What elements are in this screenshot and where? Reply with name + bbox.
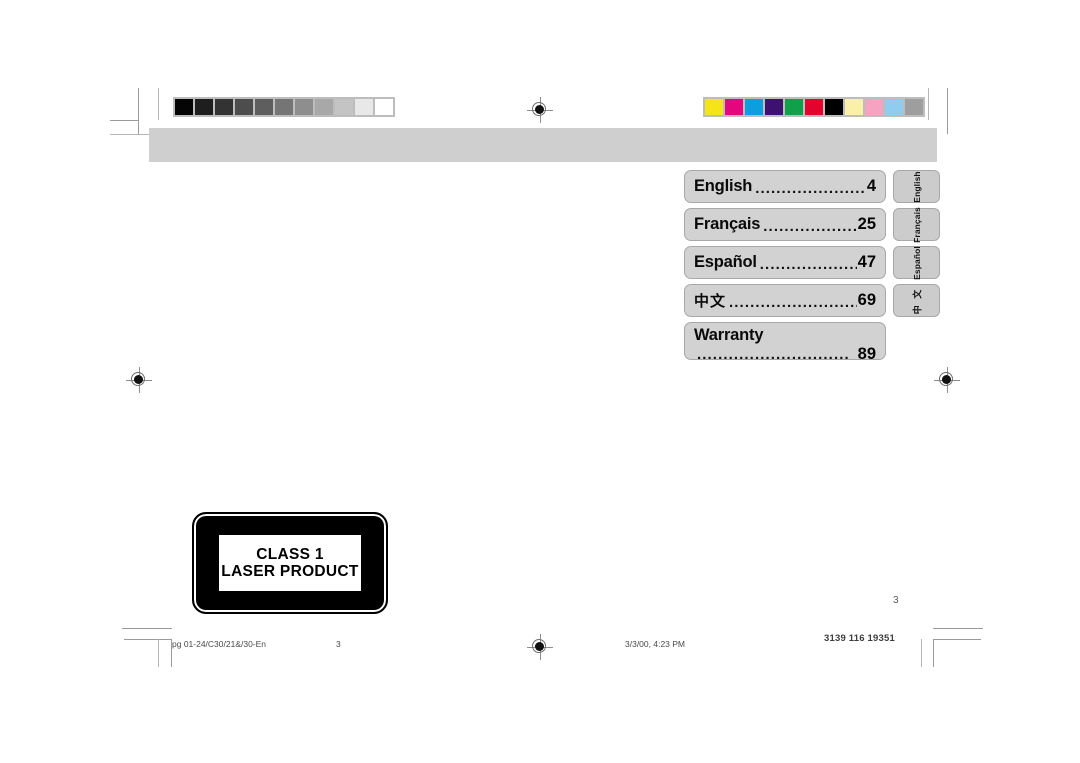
color-swatch-11 xyxy=(905,99,923,115)
reg-dot xyxy=(534,104,544,114)
color-swatch-4 xyxy=(765,99,783,115)
reg-dot xyxy=(534,641,544,651)
bottom-center-registration-mark xyxy=(527,634,553,660)
crop-mark-bottom-left-h1 xyxy=(122,628,172,629)
toc-row-fran-ais[interactable]: Français................................… xyxy=(684,208,886,241)
grayscale-swatch-10 xyxy=(355,99,373,115)
laser-safety-label: CLASS 1 LASER PRODUCT xyxy=(192,512,388,614)
language-tab-label: 中 文 xyxy=(912,287,922,314)
footer-left-page-number: 3 xyxy=(336,639,341,649)
color-swatch-9 xyxy=(865,99,883,115)
toc-leader-dots: ............................. xyxy=(697,347,850,360)
footer-file-name: pg 01-24/C30/21&/30-En xyxy=(172,639,267,649)
crop-mark-top-right-v1 xyxy=(947,88,948,134)
toc-leader-dots: ........................................… xyxy=(729,295,857,310)
table-of-contents: English.................................… xyxy=(684,170,886,365)
toc-row-espa-ol[interactable]: Español.................................… xyxy=(684,246,886,279)
grayscale-swatch-8 xyxy=(315,99,333,115)
laser-class-line: CLASS 1 xyxy=(256,545,324,563)
language-tab-strip: English Français Español 中 文 xyxy=(893,170,940,322)
color-swatch-2 xyxy=(725,99,743,115)
toc-page-number: 89 xyxy=(857,345,876,360)
grayscale-swatch-2 xyxy=(195,99,213,115)
grayscale-swatch-6 xyxy=(275,99,293,115)
toc-language-label: Français xyxy=(694,215,761,233)
grayscale-swatch-3 xyxy=(215,99,233,115)
toc-row-[interactable]: 中文......................................… xyxy=(684,284,886,317)
crop-mark-bottom-left-v2 xyxy=(158,639,159,667)
language-tab-label: English xyxy=(911,170,922,203)
content-page-number: 3 xyxy=(893,595,899,606)
grayscale-swatch-1 xyxy=(175,99,193,115)
toc-leader-dots: ................................ xyxy=(763,219,856,234)
color-swatch-5 xyxy=(785,99,803,115)
grayscale-swatch-5 xyxy=(255,99,273,115)
toc-language-label: English xyxy=(694,177,753,195)
toc-page-number: 47 xyxy=(857,253,876,271)
crop-mark-top-left-v2 xyxy=(158,88,159,120)
toc-page-number: 69 xyxy=(857,291,876,309)
grayscale-swatch-9 xyxy=(335,99,353,115)
toc-page-number: 4 xyxy=(866,177,876,195)
language-tab-2[interactable]: Français xyxy=(893,206,940,243)
footer-document-code: 3139 116 19351 xyxy=(824,633,895,644)
grayscale-calibration-bar xyxy=(173,97,395,117)
crop-mark-top-left-v1 xyxy=(138,88,139,134)
language-tab-3[interactable]: Español xyxy=(893,246,940,279)
reg-dot xyxy=(133,374,143,384)
grayscale-swatch-4 xyxy=(235,99,253,115)
header-band xyxy=(149,128,937,162)
toc-row-english[interactable]: English.................................… xyxy=(684,170,886,203)
toc-row-warranty[interactable]: Warranty.............................89A… xyxy=(684,322,886,360)
language-tab-label: Français xyxy=(911,206,922,243)
laser-label-inner-border: CLASS 1 LASER PRODUCT xyxy=(201,521,379,605)
language-tab-label: Español xyxy=(911,245,922,280)
toc-leader-dots: ...................................... xyxy=(755,181,866,196)
crop-mark-top-right-v2 xyxy=(928,88,929,120)
reg-dot xyxy=(941,374,951,384)
laser-label-plate: CLASS 1 LASER PRODUCT xyxy=(219,535,361,591)
toc-language-label: 中文 xyxy=(694,293,727,310)
toc-page-number: 25 xyxy=(857,215,876,233)
crop-mark-bottom-right-h1 xyxy=(933,628,983,629)
footer-timestamp: 3/3/00, 4:23 PM xyxy=(625,639,686,649)
color-swatch-6 xyxy=(805,99,823,115)
toc-language-label: Warranty xyxy=(694,326,764,344)
left-middle-registration-mark xyxy=(126,367,152,393)
color-swatch-10 xyxy=(885,99,903,115)
crop-mark-bottom-right-v2 xyxy=(921,639,922,667)
color-calibration-bar xyxy=(703,97,925,117)
color-swatch-7 xyxy=(825,99,843,115)
crop-mark-top-left-h1 xyxy=(110,120,138,121)
laser-product-line: LASER PRODUCT xyxy=(221,563,359,580)
crop-mark-bottom-left-h2 xyxy=(124,639,172,640)
toc-language-label: Español xyxy=(694,253,757,271)
grayscale-swatch-7 xyxy=(295,99,313,115)
grayscale-swatch-11 xyxy=(375,99,393,115)
crop-mark-bottom-right-v1 xyxy=(933,639,934,667)
toc-leader-dots: ................................. xyxy=(759,257,857,272)
right-middle-registration-mark xyxy=(934,367,960,393)
crop-mark-bottom-right-h2 xyxy=(933,639,981,640)
crop-mark-top-left-h2 xyxy=(110,134,150,135)
language-tab-1[interactable]: English xyxy=(893,170,940,203)
print-proof-page: English.................................… xyxy=(0,0,1080,763)
language-tab-4[interactable]: 中 文 xyxy=(893,284,940,317)
top-center-registration-mark xyxy=(527,97,553,123)
color-swatch-3 xyxy=(745,99,763,115)
color-swatch-1 xyxy=(705,99,723,115)
color-swatch-8 xyxy=(845,99,863,115)
